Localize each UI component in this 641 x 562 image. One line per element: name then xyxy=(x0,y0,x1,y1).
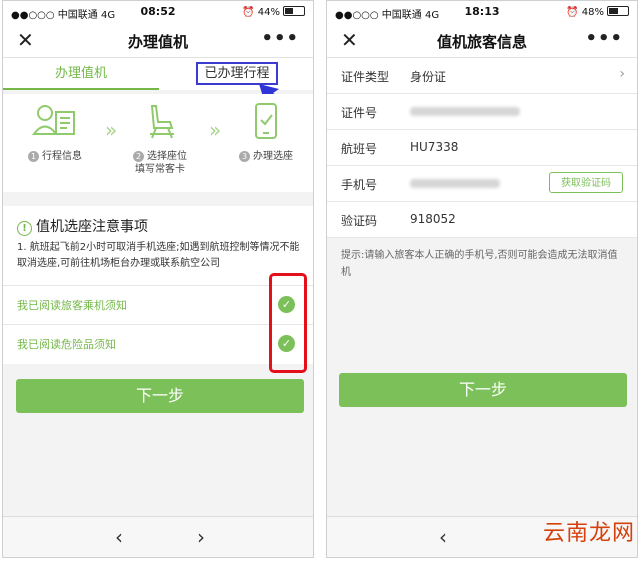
agreement-label[interactable]: 我已阅读旅客乘机须知 xyxy=(17,297,127,313)
step-2: 2 选择座位填写常客卡 xyxy=(115,102,205,176)
id-number-field[interactable] xyxy=(410,107,520,116)
step-3: 3 办理选座 xyxy=(221,102,311,163)
forward-icon[interactable]: › xyxy=(197,525,205,549)
chevron-right-icon: » xyxy=(105,118,117,142)
info-icon: ! xyxy=(17,221,32,236)
browser-bottom-bar: ‹ › xyxy=(3,516,313,557)
flight-row: 航班号 HU7338 xyxy=(327,130,637,166)
status-bar: ●●○○○ 中国联通 4G 08:52 ⏰ 44% xyxy=(3,1,313,23)
next-button[interactable]: 下一步 xyxy=(339,373,627,407)
field-label: 航班号 xyxy=(341,142,378,156)
left-phone-screen: ●●○○○ 中国联通 4G 08:52 ⏰ 44% ✕ 办理值机 ••• 办理值… xyxy=(2,0,314,558)
close-icon[interactable]: ✕ xyxy=(17,28,34,52)
battery-percent: 44% xyxy=(257,7,280,18)
right-phone-screen: ●●○○○ 中国联通 4G 18:13 ⏰ 48% ✕ 值机旅客信息 ••• 证… xyxy=(326,0,638,558)
id-number-row: 证件号 xyxy=(327,94,637,130)
step-1: 1 行程信息 xyxy=(10,102,100,163)
battery-icon xyxy=(283,6,305,16)
id-type-select[interactable]: 身份证 xyxy=(410,68,446,85)
step-label: 办理选座 xyxy=(253,151,293,162)
get-code-button[interactable]: 获取验证码 xyxy=(549,172,623,193)
phone-number-field[interactable] xyxy=(410,179,500,188)
status-bar: ●●○○○ 中国联通 4G 18:13 ⏰ 48% xyxy=(327,1,637,23)
chevron-right-icon: » xyxy=(209,118,221,142)
battery-icon xyxy=(607,6,629,16)
verification-code-field[interactable]: 918052 xyxy=(410,212,456,226)
field-label: 验证码 xyxy=(341,214,378,228)
tip-text: 提示:请输入旅客本人正确的手机号,否则可能会造成无法取消值机 xyxy=(341,250,618,278)
highlight-box xyxy=(269,273,307,373)
step-number: 2 xyxy=(133,151,144,162)
back-icon[interactable]: ‹ xyxy=(115,525,123,549)
notice-title-text: 值机选座注意事项 xyxy=(36,219,148,235)
agreement-row-dangerous-goods[interactable]: 我已阅读危险品须知 ✓ xyxy=(3,324,313,363)
flight-number-field[interactable]: HU7338 xyxy=(410,140,458,154)
battery-percent: 48% xyxy=(581,7,604,18)
agreement-row-passenger[interactable]: 我已阅读旅客乘机须知 ✓ xyxy=(3,285,313,324)
status-right: ⏰ 44% xyxy=(242,6,305,18)
step-number: 3 xyxy=(239,151,250,162)
id-card-icon xyxy=(32,105,75,135)
notice-body: 1. 航班起飞前2小时可取消手机选座;如遇到航班控制等情况不能取消选座,可前往机… xyxy=(17,242,300,269)
next-button[interactable]: 下一步 xyxy=(16,379,304,413)
watermark: 云南龙网 xyxy=(542,521,635,546)
step-indicator: 1 行程信息 » 2 选择座位填写常客卡 » 3 办理选座 xyxy=(3,94,313,192)
tab-check-in[interactable]: 办理值机 xyxy=(3,58,159,90)
more-icon[interactable]: ••• xyxy=(585,28,623,49)
field-label: 证件号 xyxy=(341,106,378,120)
close-icon[interactable]: ✕ xyxy=(341,28,358,52)
page-title: 办理值机 xyxy=(127,33,188,51)
step-label: 选择座位 xyxy=(147,151,187,162)
field-label: 手机号 xyxy=(341,178,378,192)
passenger-form: 证件类型 身份证 › 证件号 航班号 HU7338 手机号 获取验证码 验证码 … xyxy=(327,58,637,238)
more-icon[interactable]: ••• xyxy=(261,28,299,49)
nav-bar: ✕ 办理值机 ••• xyxy=(3,23,313,58)
step-label-2: 填写常客卡 xyxy=(135,164,185,175)
phone-row: 手机号 获取验证码 xyxy=(327,166,637,202)
page-title: 值机旅客信息 xyxy=(436,33,527,51)
code-row: 验证码 918052 xyxy=(327,202,637,238)
notice-panel: ! 值机选座注意事项 1. 航班起飞前2小时可取消手机选座;如遇到航班控制等情况不… xyxy=(3,206,313,364)
id-type-row[interactable]: 证件类型 身份证 › xyxy=(327,58,637,94)
field-label: 证件类型 xyxy=(341,70,390,84)
chevron-right-icon: › xyxy=(619,66,625,82)
agreement-label[interactable]: 我已阅读危险品须知 xyxy=(17,336,116,352)
nav-bar: ✕ 值机旅客信息 ••• xyxy=(327,23,637,58)
seat-icon xyxy=(150,105,174,139)
status-right: ⏰ 48% xyxy=(566,6,629,18)
step-label: 行程信息 xyxy=(42,151,82,162)
phone-check-icon xyxy=(255,103,277,139)
step-number: 1 xyxy=(28,151,39,162)
back-icon[interactable]: ‹ xyxy=(439,525,447,549)
notice-title: ! 值机选座注意事项 xyxy=(17,216,148,236)
